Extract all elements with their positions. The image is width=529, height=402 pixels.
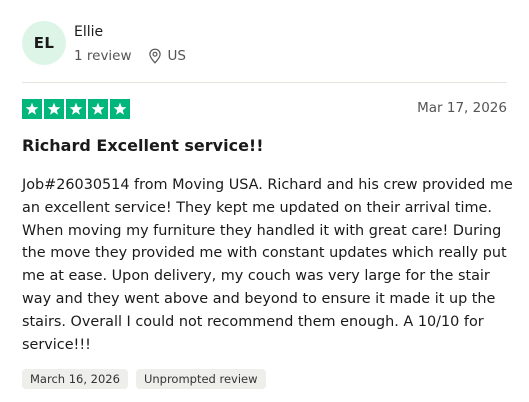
avatar[interactable]: EL xyxy=(22,21,66,65)
reviewer-header: EL Ellie 1 review US xyxy=(22,21,186,65)
review-count: 1 review xyxy=(74,48,132,64)
review-card: EL Ellie 1 review US Mar 17, 2026 Richar… xyxy=(0,0,529,402)
location-pin-icon xyxy=(148,48,162,64)
experience-date-badge: March 16, 2026 xyxy=(22,369,128,389)
review-type-badge[interactable]: Unprompted review xyxy=(135,369,266,389)
reviewer-meta: Ellie 1 review US xyxy=(74,23,186,65)
reviewer-sub: 1 review US xyxy=(74,47,186,65)
star-icon xyxy=(110,99,130,119)
star-icon xyxy=(44,99,64,119)
reviewer-country: US xyxy=(167,48,186,64)
star-icon xyxy=(22,99,42,119)
review-title[interactable]: Richard Excellent service!! xyxy=(22,136,264,156)
review-tags: March 16, 2026 Unprompted review xyxy=(22,369,266,389)
review-text: Job#26030514 from Moving USA. Richard an… xyxy=(22,177,513,353)
star-rating xyxy=(22,99,130,119)
star-icon xyxy=(66,99,86,119)
star-icon xyxy=(88,99,108,119)
divider xyxy=(22,82,507,83)
review-date: Mar 17, 2026 xyxy=(417,100,507,116)
reviewer-name[interactable]: Ellie xyxy=(74,23,186,41)
